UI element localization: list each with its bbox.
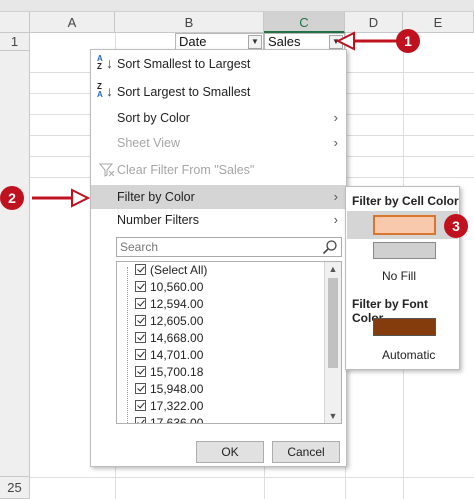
checkbox-checked[interactable] xyxy=(135,366,146,377)
list-item[interactable]: 12,594.00 xyxy=(135,296,203,313)
cancel-button[interactable]: Cancel xyxy=(272,441,340,463)
header-cell-label: Sales xyxy=(268,34,301,49)
list-item-select-all[interactable]: (Select All) xyxy=(135,262,207,279)
chevron-right-icon: › xyxy=(333,110,338,125)
list-item[interactable]: 17,322.00 xyxy=(135,398,203,415)
scroll-down-icon[interactable]: ▼ xyxy=(325,409,341,423)
step-badge-2: 2 xyxy=(0,186,24,210)
ribbon-edge xyxy=(0,0,474,12)
clear-filter-icon xyxy=(99,163,115,177)
tree-connector xyxy=(127,267,128,423)
sort-ascending-item[interactable]: A Z ↓ Sort Smallest to Largest xyxy=(91,52,346,76)
list-item[interactable]: 17,636.00 xyxy=(135,415,203,423)
number-filters-item[interactable]: Number Filters › xyxy=(91,208,346,232)
checkbox-checked[interactable] xyxy=(135,298,146,309)
header-cell-label: Date xyxy=(179,34,207,49)
list-item[interactable]: 14,668.00 xyxy=(135,330,203,347)
chevron-right-icon: › xyxy=(333,135,338,150)
list-item[interactable]: 14,701.00 xyxy=(135,347,203,364)
sort-descending-icon: Z A ↓ xyxy=(97,82,113,100)
checkbox-checked[interactable] xyxy=(135,315,146,326)
sort-ascending-icon: A Z ↓ xyxy=(97,54,113,72)
list-item[interactable]: 15,948.00 xyxy=(135,381,203,398)
checkbox-checked[interactable] xyxy=(135,264,146,275)
checkbox-checked[interactable] xyxy=(135,281,146,292)
step-badge-1: 1 xyxy=(396,29,420,53)
column-header-a[interactable]: A xyxy=(30,12,115,33)
checkbox-checked[interactable] xyxy=(135,417,146,423)
filter-value-list: (Select All) 10,560.00 12,594.00 12,605.… xyxy=(116,261,342,424)
column-header-b[interactable]: B xyxy=(115,12,264,33)
row-header-25[interactable]: 25 xyxy=(0,477,30,499)
chevron-right-icon: › xyxy=(333,212,338,227)
cell-color-heading: Filter by Cell Color xyxy=(352,194,459,208)
list-scrollbar[interactable]: ▲ ▼ xyxy=(324,262,341,423)
sort-by-color-item[interactable]: Sort by Color › xyxy=(91,106,346,130)
gridline xyxy=(30,477,474,478)
list-item[interactable]: 12,605.00 xyxy=(135,313,203,330)
checkbox-checked[interactable] xyxy=(135,349,146,360)
callout-arrow-2 xyxy=(32,188,91,208)
ok-button[interactable]: OK xyxy=(196,441,264,463)
scrollbar-thumb[interactable] xyxy=(328,278,338,368)
scroll-up-icon[interactable]: ▲ xyxy=(325,262,341,276)
row-header-column xyxy=(0,51,30,477)
chevron-right-icon: › xyxy=(333,189,338,204)
checkbox-checked[interactable] xyxy=(135,332,146,343)
gray-cell-color-swatch[interactable] xyxy=(373,242,436,259)
filter-by-color-item[interactable]: Filter by Color › xyxy=(91,185,346,209)
no-fill-option[interactable]: No Fill xyxy=(382,269,416,283)
list-item[interactable]: 15,700.18 xyxy=(135,364,203,381)
sort-descending-item[interactable]: Z A ↓ Sort Largest to Smallest xyxy=(91,80,346,104)
search-input[interactable]: Search xyxy=(116,237,342,257)
filter-dropdown-date[interactable]: ▼ xyxy=(248,35,262,49)
list-item[interactable]: 10,560.00 xyxy=(135,279,203,296)
peach-cell-color-swatch[interactable] xyxy=(373,215,436,235)
filter-by-color-submenu: Filter by Cell Color No Fill Filter by F… xyxy=(345,186,460,370)
checkbox-checked[interactable] xyxy=(135,383,146,394)
row-header-1[interactable]: 1 xyxy=(0,33,30,51)
automatic-option[interactable]: Automatic xyxy=(382,348,435,362)
sheet-view-item: Sheet View › xyxy=(91,131,346,155)
select-all-corner[interactable] xyxy=(0,12,30,33)
clear-filter-item: Clear Filter From "Sales" xyxy=(91,158,346,182)
search-icon[interactable] xyxy=(322,239,338,255)
brown-font-color-swatch[interactable] xyxy=(373,318,436,336)
step-badge-3: 3 xyxy=(444,214,468,238)
checkbox-checked[interactable] xyxy=(135,400,146,411)
